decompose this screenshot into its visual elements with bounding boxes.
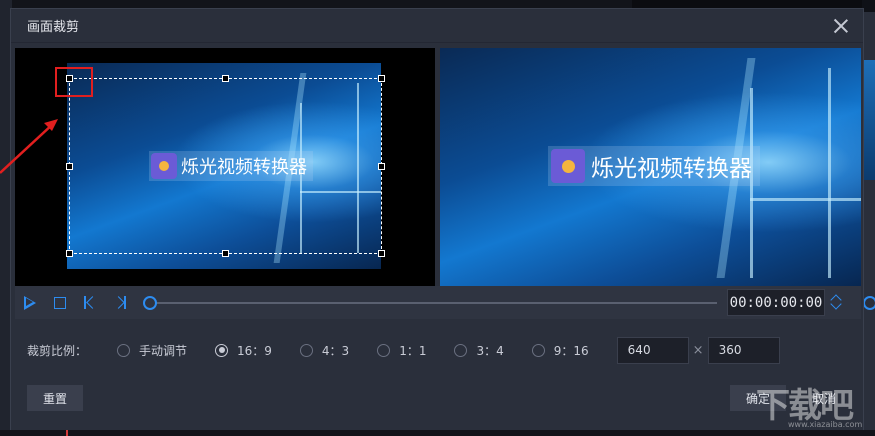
reset-button[interactable]: 重置 — [27, 385, 83, 411]
close-icon[interactable] — [831, 16, 851, 36]
app-logo: 烁光视频转换器 — [548, 146, 760, 186]
stop-button[interactable] — [45, 286, 75, 319]
app-logo-text: 烁光视频转换器 — [591, 156, 752, 182]
crop-handle-bottom[interactable] — [222, 250, 229, 257]
timeline-slider[interactable] — [143, 295, 717, 310]
previous-frame-icon — [84, 296, 96, 309]
window-frame-line — [750, 198, 861, 201]
crop-box[interactable] — [66, 75, 385, 257]
stop-icon — [54, 296, 66, 309]
radio-dot[interactable] — [454, 343, 468, 357]
ratio-option-16-9[interactable]: 16：9 — [215, 342, 272, 359]
play-icon — [24, 295, 36, 310]
radio-dot-checked[interactable] — [215, 343, 229, 357]
dialog-titlebar: 画面裁剪 — [11, 9, 863, 43]
crop-handle-top[interactable] — [222, 75, 229, 82]
crop-dialog: 画面裁剪 烁光视频转换器 烁光视频转换器 00:00:00:00 裁剪比例： 手… — [10, 8, 864, 436]
next-frame-button[interactable] — [105, 286, 135, 319]
ratio-option-label: 3：4 — [476, 343, 504, 358]
timeline-track — [147, 301, 717, 304]
crop-height-input[interactable]: 360 — [707, 336, 780, 364]
previous-frame-button[interactable] — [75, 286, 105, 319]
app-logo-icon — [551, 149, 585, 183]
radio-dot[interactable] — [531, 343, 545, 357]
output-video-frame: 烁光视频转换器 — [440, 48, 861, 286]
crop-handle-top-right[interactable] — [378, 75, 385, 82]
crop-handle-left[interactable] — [66, 163, 73, 170]
times-sign: × — [692, 342, 704, 358]
annotation-arrow — [0, 119, 58, 174]
ratio-option-label: 16：9 — [237, 343, 272, 358]
timeline-thumb[interactable] — [143, 295, 157, 310]
play-button[interactable] — [15, 286, 45, 319]
ratio-option-label: 4：3 — [321, 343, 350, 358]
crop-width-input[interactable]: 640 — [616, 336, 689, 364]
time-input[interactable]: 00:00:00:00 — [727, 289, 825, 316]
ratio-option-label: 1：1 — [399, 343, 427, 358]
playback-controls: 00:00:00:00 — [15, 286, 861, 319]
arrow-shaft — [0, 122, 55, 174]
crop-handle-right[interactable] — [378, 163, 385, 170]
ratio-option-4-3[interactable]: 4：3 — [299, 342, 350, 359]
ratio-option-label: 手动调节 — [139, 343, 188, 358]
watermark-subtext: www.xiazaiba.com — [788, 420, 863, 429]
crop-handle-bottom-right[interactable] — [378, 250, 385, 257]
crop-ratio-row: 裁剪比例： 手动调节 16：9 4：3 1：1 3：4 9：16 640 × 3… — [27, 336, 780, 364]
window-frame-line — [828, 68, 831, 278]
watermark-logo: 下载吧 www.xiazaiba.com — [752, 376, 872, 432]
ratio-option-manual[interactable]: 手动调节 — [117, 342, 187, 359]
ratio-option-9-16[interactable]: 9：16 — [531, 342, 589, 359]
output-preview: 烁光视频转换器 — [440, 48, 861, 286]
ratio-option-1-1[interactable]: 1：1 — [377, 342, 426, 359]
crop-handle-bottom-left[interactable] — [66, 250, 73, 257]
background-bottom-strip — [0, 430, 875, 436]
playhead-marker — [66, 430, 68, 436]
crop-ratio-label: 裁剪比例： — [27, 343, 88, 358]
dialog-title: 画面裁剪 — [27, 20, 80, 35]
ratio-option-3-4[interactable]: 3：4 — [454, 342, 504, 359]
zoom-out-icon[interactable] — [863, 296, 875, 310]
radio-dot[interactable] — [299, 343, 313, 357]
radio-dot[interactable] — [117, 343, 130, 357]
time-spinner[interactable] — [829, 289, 845, 316]
annotation-highlight-box — [55, 67, 93, 97]
next-frame-icon — [114, 296, 126, 309]
ratio-option-label: 9：16 — [553, 343, 589, 358]
radio-dot[interactable] — [377, 343, 391, 357]
source-preview: 烁光视频转换器 — [15, 48, 435, 286]
